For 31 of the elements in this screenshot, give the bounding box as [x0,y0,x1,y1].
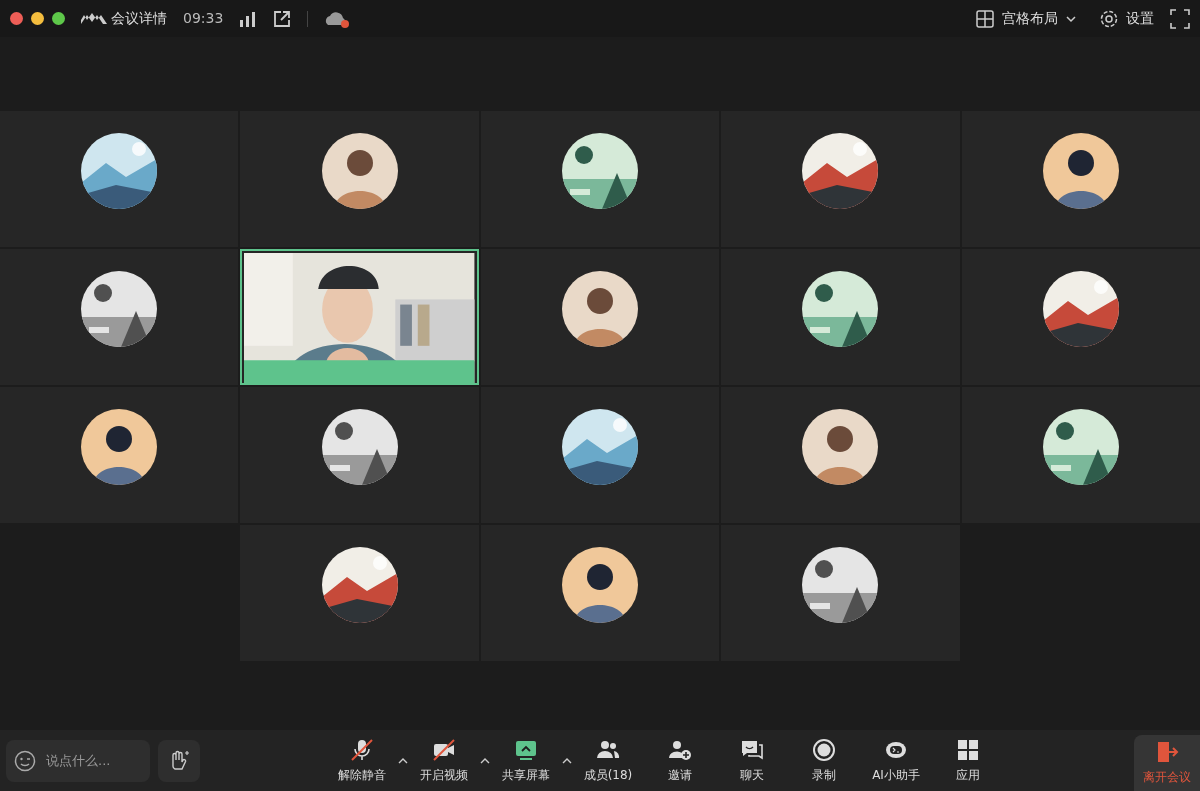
chat-input[interactable]: 说点什么... [44,749,134,772]
grid-icon [976,9,994,28]
emoji-icon [14,749,36,772]
caret-up-icon[interactable] [562,757,572,764]
caret-up-icon[interactable] [480,757,490,764]
layout-button[interactable]: 宫格布局 [976,8,1076,29]
toolbar-button[interactable]: 应用 [932,733,1004,788]
window-control[interactable] [31,12,44,25]
chevron-down-icon [1066,14,1076,23]
window-control[interactable] [52,12,65,25]
meeting-time: 09:33 [183,9,224,28]
toolbar-button[interactable]: 聊天 [716,733,788,788]
settings-icon [1100,9,1118,28]
settings-button[interactable]: 设置 [1100,8,1154,29]
logo-icon [81,11,107,26]
window-control[interactable] [10,12,23,25]
fullscreen-icon[interactable] [1170,8,1190,29]
toolbar-button[interactable]: 录制 [788,733,860,788]
signal-icon [239,10,258,27]
caret-up-icon[interactable] [398,757,408,764]
toolbar-button[interactable]: AI小助手 [860,733,932,788]
toolbar-button[interactable]: 共享屏幕 [490,733,562,788]
exit-icon [1155,740,1179,764]
meeting-info-link[interactable]: 会议详情 [111,8,167,29]
raise-hand-button[interactable] [158,739,200,782]
toolbar-button[interactable]: 成员(18) [572,733,644,788]
toolbar-button[interactable]: 开启视频 [408,733,480,788]
toolbar-button[interactable]: 邀请 [644,733,716,788]
toolbar-button[interactable]: 解除静音 [326,733,398,788]
chat-field[interactable]: 说点什么... [6,739,150,782]
share-out-icon[interactable] [273,9,292,28]
